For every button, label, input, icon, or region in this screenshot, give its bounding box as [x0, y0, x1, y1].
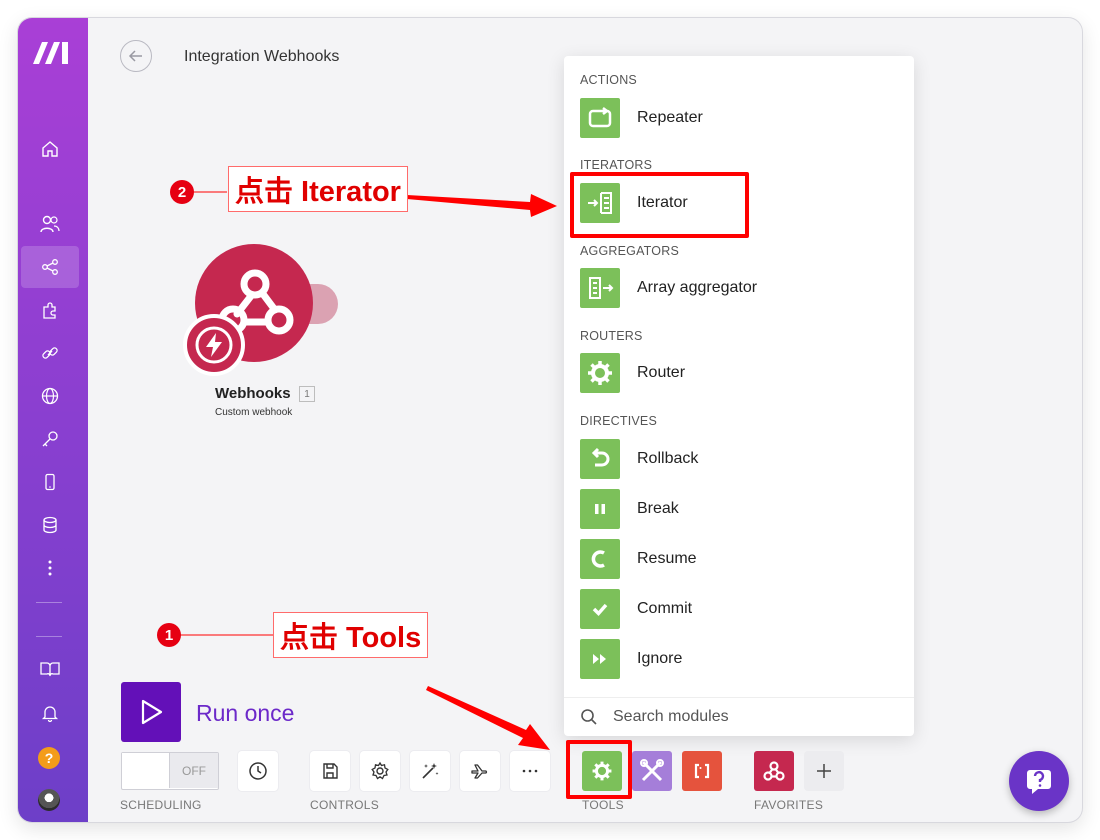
step-1-callout: 点击 Tools: [273, 612, 429, 658]
arrow-to-iterator: [407, 194, 557, 217]
iterator-highlight-box: [570, 172, 749, 238]
tools-highlight-box: [566, 740, 632, 799]
step-2-callout: 点击 Iterator: [228, 166, 408, 212]
step-1-badge: 1: [157, 623, 181, 647]
step-2-badge: 2: [170, 180, 194, 204]
app-window: ? Integration Webhooks Webhooks 1 Custom…: [18, 18, 1082, 822]
arrow-to-tools: [426, 686, 550, 750]
annotation-arrows: [179, 191, 557, 750]
